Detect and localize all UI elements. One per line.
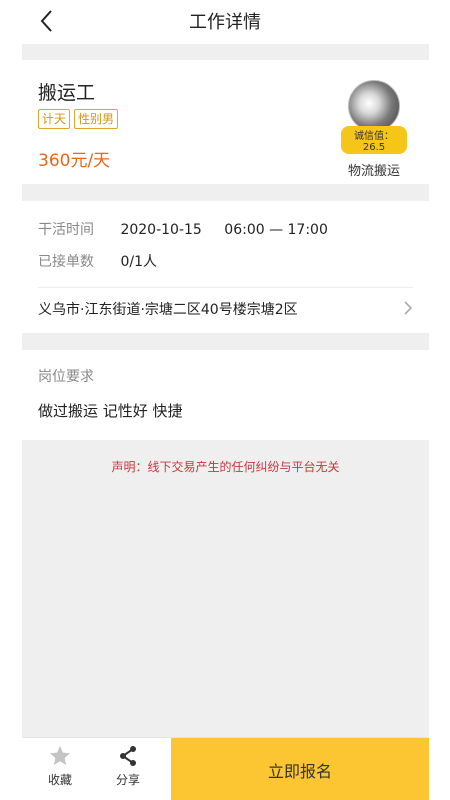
page-title: 工作详情 [189, 12, 261, 33]
divider [38, 287, 413, 288]
bottom-action-bar: 收藏 分享 立即报名 [22, 737, 429, 800]
requirements-card: 岗位要求 做过搬运 记性好 快捷 [22, 350, 429, 440]
accepted-row: 已接单数 0/1人 [38, 251, 157, 271]
employer-profile[interactable]: 诚信值：26.5 物流搬运 [341, 80, 407, 179]
apply-button[interactable]: 立即报名 [171, 738, 429, 800]
share-label: 分享 [115, 773, 140, 787]
job-info-card: 干活时间 2020-10-15 06:00 — 17:00 已接单数 0/1人 … [22, 201, 429, 333]
salary: 360元/天 [38, 151, 111, 171]
share-button[interactable]: 分享 [98, 738, 158, 800]
accepted-value: 0/1人 [120, 254, 157, 270]
favorite-label: 收藏 [47, 773, 72, 787]
job-summary-card: 搬运工 计天 性别男 360元/天 诚信值：26.5 物流搬运 [22, 60, 429, 184]
tag-gender: 性别男 [74, 109, 119, 129]
work-date: 2020-10-15 [120, 222, 202, 238]
work-time-label: 干活时间 [38, 222, 94, 238]
tag-pay-type: 计天 [38, 109, 71, 129]
work-time-range: 06:00 — 17:00 [224, 222, 328, 238]
star-icon [50, 746, 70, 765]
credit-badge: 诚信值：26.5 [341, 126, 407, 154]
app-header: 工作详情 [0, 0, 450, 44]
chevron-right-icon [404, 301, 413, 315]
address-row[interactable]: 义乌市·江东街道·宗塘二区40号楼宗塘2区 [38, 299, 415, 319]
disclaimer-text: 声明：线下交易产生的任何纠纷与平台无关 [111, 460, 340, 474]
share-icon [120, 746, 136, 766]
work-time-row: 干活时间 2020-10-15 06:00 — 17:00 [38, 219, 328, 239]
requirements-label: 岗位要求 [38, 369, 94, 385]
avatar[interactable] [348, 80, 400, 132]
job-title: 搬运工 [38, 82, 96, 104]
address-text: 义乌市·江东街道·宗塘二区40号楼宗塘2区 [38, 302, 298, 318]
requirements-text: 做过搬运 记性好 快捷 [38, 402, 183, 420]
job-tags: 计天 性别男 [38, 109, 119, 129]
accepted-label: 已接单数 [38, 254, 94, 270]
favorite-button[interactable]: 收藏 [30, 738, 90, 800]
employer-name: 物流搬运 [347, 164, 400, 179]
